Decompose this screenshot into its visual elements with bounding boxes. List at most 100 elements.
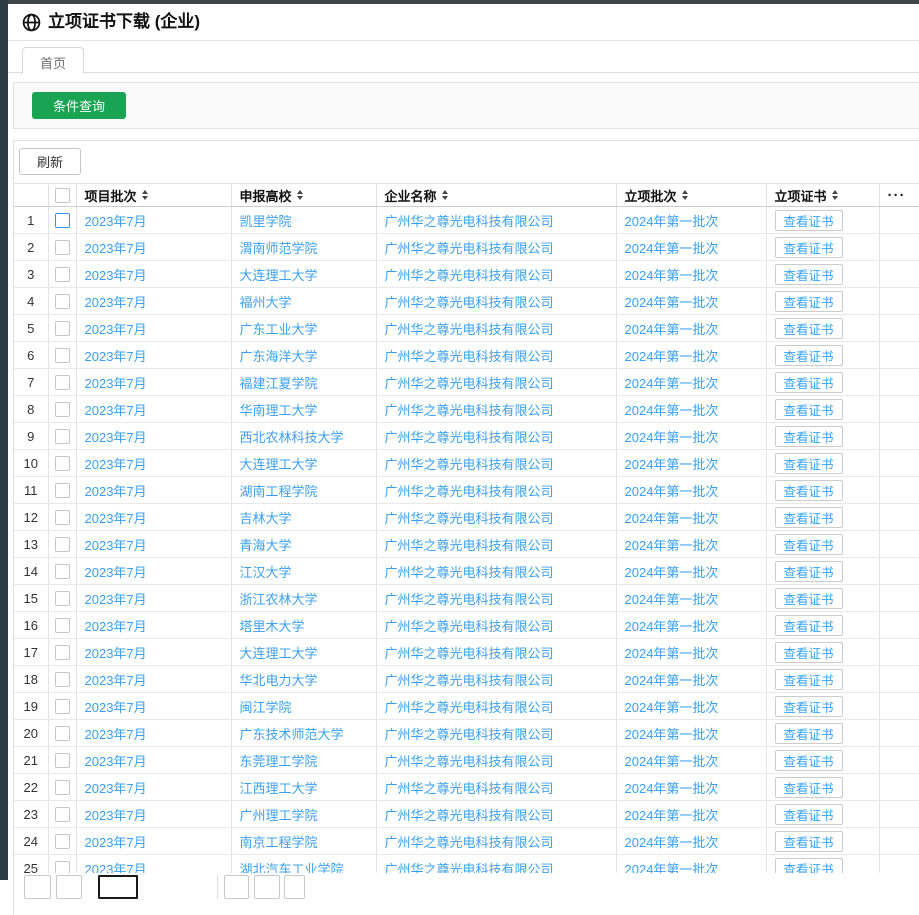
approval_batch-link[interactable]: 2024年第一批次 xyxy=(625,808,719,823)
company-link[interactable]: 广州华之尊光电科技有限公司 xyxy=(385,619,554,634)
row-checkbox[interactable] xyxy=(55,537,70,552)
approval_batch-link[interactable]: 2024年第一批次 xyxy=(625,403,719,418)
pager-first-button[interactable] xyxy=(24,875,51,899)
company-link[interactable]: 广州华之尊光电科技有限公司 xyxy=(385,511,554,526)
column-header-certificate[interactable]: 立项证书 xyxy=(766,184,879,207)
approval_batch-link[interactable]: 2024年第一批次 xyxy=(625,619,719,634)
select-all-checkbox[interactable] xyxy=(55,188,70,203)
project_batch-link[interactable]: 2023年7月 xyxy=(85,700,147,715)
column-header-project_batch[interactable]: 项目批次 xyxy=(76,184,231,207)
university-link[interactable]: 江西理工大学 xyxy=(240,781,318,796)
pager-page-input[interactable] xyxy=(98,875,138,899)
column-header-company[interactable]: 企业名称 xyxy=(376,184,616,207)
pager-size-select[interactable] xyxy=(284,875,305,899)
view-certificate-button[interactable]: 查看证书 xyxy=(775,318,843,339)
column-header-approval_batch[interactable]: 立项批次 xyxy=(616,184,766,207)
approval_batch-link[interactable]: 2024年第一批次 xyxy=(625,322,719,337)
approval_batch-link[interactable]: 2024年第一批次 xyxy=(625,376,719,391)
project_batch-link[interactable]: 2023年7月 xyxy=(85,565,147,580)
approval_batch-link[interactable]: 2024年第一批次 xyxy=(625,241,719,256)
row-checkbox[interactable] xyxy=(55,861,70,873)
sort-icon[interactable] xyxy=(297,190,303,200)
university-link[interactable]: 闽江学院 xyxy=(240,700,292,715)
university-link[interactable]: 广东海洋大学 xyxy=(240,349,318,364)
company-link[interactable]: 广州华之尊光电科技有限公司 xyxy=(385,727,554,742)
project_batch-link[interactable]: 2023年7月 xyxy=(85,808,147,823)
pager-prev-button[interactable] xyxy=(56,875,82,899)
university-link[interactable]: 凯里学院 xyxy=(240,214,292,229)
row-checkbox[interactable] xyxy=(55,807,70,822)
row-checkbox[interactable] xyxy=(55,321,70,336)
university-link[interactable]: 广州理工学院 xyxy=(240,808,318,823)
row-checkbox[interactable] xyxy=(55,780,70,795)
column-header-university[interactable]: 申报高校 xyxy=(231,184,376,207)
approval_batch-link[interactable]: 2024年第一批次 xyxy=(625,457,719,472)
view-certificate-button[interactable]: 查看证书 xyxy=(775,615,843,636)
row-checkbox[interactable] xyxy=(55,834,70,849)
university-link[interactable]: 大连理工大学 xyxy=(240,457,318,472)
project_batch-link[interactable]: 2023年7月 xyxy=(85,538,147,553)
approval_batch-link[interactable]: 2024年第一批次 xyxy=(625,673,719,688)
view-certificate-button[interactable]: 查看证书 xyxy=(775,642,843,663)
row-checkbox[interactable] xyxy=(55,348,70,363)
university-link[interactable]: 南京工程学院 xyxy=(240,835,318,850)
university-link[interactable]: 江汉大学 xyxy=(240,565,292,580)
company-link[interactable]: 广州华之尊光电科技有限公司 xyxy=(385,781,554,796)
row-checkbox[interactable] xyxy=(55,726,70,741)
project_batch-link[interactable]: 2023年7月 xyxy=(85,241,147,256)
company-link[interactable]: 广州华之尊光电科技有限公司 xyxy=(385,376,554,391)
row-checkbox[interactable] xyxy=(55,240,70,255)
view-certificate-button[interactable]: 查看证书 xyxy=(775,750,843,771)
university-link[interactable]: 大连理工大学 xyxy=(240,646,318,661)
approval_batch-link[interactable]: 2024年第一批次 xyxy=(625,349,719,364)
row-checkbox[interactable] xyxy=(55,672,70,687)
project_batch-link[interactable]: 2023年7月 xyxy=(85,673,147,688)
approval_batch-link[interactable]: 2024年第一批次 xyxy=(625,592,719,607)
view-certificate-button[interactable]: 查看证书 xyxy=(775,426,843,447)
university-link[interactable]: 西北农林科技大学 xyxy=(240,430,344,445)
view-certificate-button[interactable]: 查看证书 xyxy=(775,480,843,501)
company-link[interactable]: 广州华之尊光电科技有限公司 xyxy=(385,457,554,472)
project_batch-link[interactable]: 2023年7月 xyxy=(85,322,147,337)
view-certificate-button[interactable]: 查看证书 xyxy=(775,210,843,231)
approval_batch-link[interactable]: 2024年第一批次 xyxy=(625,646,719,661)
project_batch-link[interactable]: 2023年7月 xyxy=(85,376,147,391)
approval_batch-link[interactable]: 2024年第一批次 xyxy=(625,295,719,310)
view-certificate-button[interactable]: 查看证书 xyxy=(775,345,843,366)
university-link[interactable]: 大连理工大学 xyxy=(240,268,318,283)
company-link[interactable]: 广州华之尊光电科技有限公司 xyxy=(385,592,554,607)
university-link[interactable]: 浙江农林大学 xyxy=(240,592,318,607)
view-certificate-button[interactable]: 查看证书 xyxy=(775,696,843,717)
company-link[interactable]: 广州华之尊光电科技有限公司 xyxy=(385,835,554,850)
row-checkbox[interactable] xyxy=(55,564,70,579)
sort-icon[interactable] xyxy=(442,190,448,200)
approval_batch-link[interactable]: 2024年第一批次 xyxy=(625,484,719,499)
project_batch-link[interactable]: 2023年7月 xyxy=(85,268,147,283)
university-link[interactable]: 青海大学 xyxy=(240,538,292,553)
row-checkbox[interactable] xyxy=(55,645,70,660)
view-certificate-button[interactable]: 查看证书 xyxy=(775,453,843,474)
university-link[interactable]: 福州大学 xyxy=(240,295,292,310)
approval_batch-link[interactable]: 2024年第一批次 xyxy=(625,835,719,850)
approval_batch-link[interactable]: 2024年第一批次 xyxy=(625,862,719,874)
view-certificate-button[interactable]: 查看证书 xyxy=(775,264,843,285)
sort-icon[interactable] xyxy=(682,190,688,200)
university-link[interactable]: 塔里木大学 xyxy=(240,619,305,634)
project_batch-link[interactable]: 2023年7月 xyxy=(85,862,147,874)
company-link[interactable]: 广州华之尊光电科技有限公司 xyxy=(385,295,554,310)
column-header-more[interactable]: ··· xyxy=(879,184,919,207)
row-checkbox[interactable] xyxy=(55,294,70,309)
company-link[interactable]: 广州华之尊光电科技有限公司 xyxy=(385,214,554,229)
row-checkbox[interactable] xyxy=(55,618,70,633)
view-certificate-button[interactable]: 查看证书 xyxy=(775,777,843,798)
company-link[interactable]: 广州华之尊光电科技有限公司 xyxy=(385,700,554,715)
view-certificate-button[interactable]: 查看证书 xyxy=(775,831,843,852)
company-link[interactable]: 广州华之尊光电科技有限公司 xyxy=(385,862,554,874)
sort-icon[interactable] xyxy=(832,190,838,200)
tab-home[interactable]: 首页 xyxy=(22,47,84,74)
company-link[interactable]: 广州华之尊光电科技有限公司 xyxy=(385,403,554,418)
approval_batch-link[interactable]: 2024年第一批次 xyxy=(625,214,719,229)
project_batch-link[interactable]: 2023年7月 xyxy=(85,295,147,310)
view-certificate-button[interactable]: 查看证书 xyxy=(775,858,843,874)
view-certificate-button[interactable]: 查看证书 xyxy=(775,561,843,582)
